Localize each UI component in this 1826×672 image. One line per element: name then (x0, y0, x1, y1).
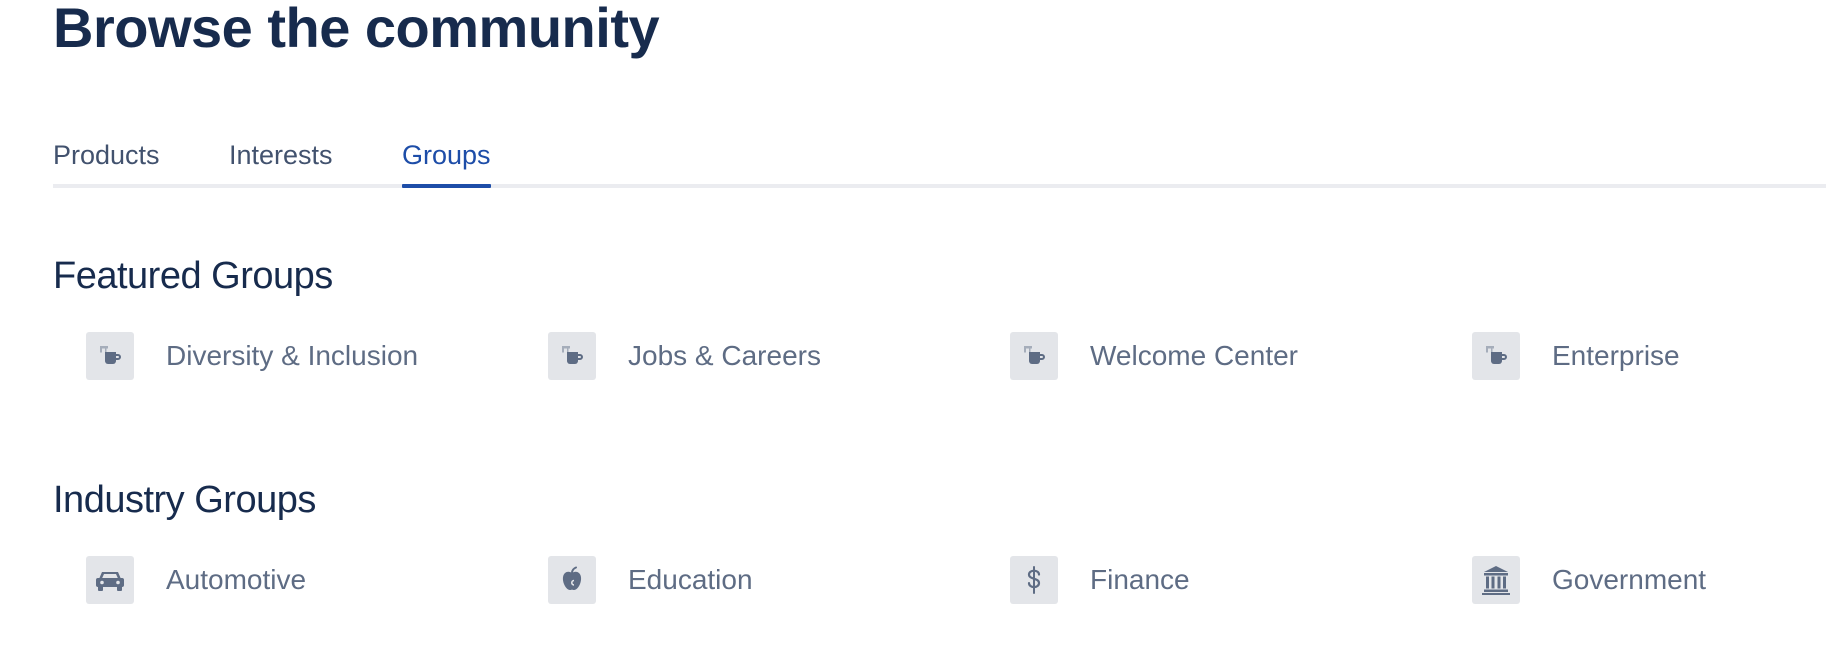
tab-products[interactable]: Products (53, 138, 160, 172)
group-label: Finance (1090, 564, 1190, 595)
car-icon (86, 556, 134, 604)
tab-groups[interactable]: Groups (402, 138, 491, 188)
dollar-icon (1010, 556, 1058, 604)
government-building-icon (1472, 556, 1520, 604)
group-label: Enterprise (1552, 340, 1680, 371)
group-label: Jobs & Careers (628, 340, 821, 371)
coffee-mug-icon (86, 332, 134, 380)
group-item-government[interactable]: Government (1472, 556, 1706, 604)
group-item-jobs-careers[interactable]: Jobs & Careers (548, 332, 821, 380)
industry-groups-heading: Industry Groups (53, 479, 316, 521)
active-tab-indicator (402, 184, 491, 188)
group-label: Diversity & Inclusion (166, 340, 419, 371)
group-label: Automotive (166, 564, 307, 595)
tab-label: Interests (229, 140, 333, 170)
tab-interests[interactable]: Interests (229, 138, 333, 172)
group-item-education[interactable]: Education (548, 556, 753, 604)
group-item-diversity-inclusion[interactable]: Diversity & Inclusion (86, 332, 418, 380)
featured-groups-heading: Featured Groups (53, 255, 333, 297)
coffee-mug-icon (548, 332, 596, 380)
page-title: Browse the community (53, 0, 660, 59)
group-item-automotive[interactable]: Automotive (86, 556, 306, 604)
apple-icon (548, 556, 596, 604)
group-item-enterprise[interactable]: Enterprise (1472, 332, 1680, 380)
group-item-welcome-center[interactable]: Welcome Center (1010, 332, 1298, 380)
tab-divider (53, 184, 1826, 188)
tab-bar: Products Interests Groups (53, 118, 1826, 188)
group-label: Government (1552, 564, 1707, 595)
coffee-mug-icon (1010, 332, 1058, 380)
group-label: Welcome Center (1090, 340, 1299, 371)
tab-label: Products (53, 140, 160, 170)
coffee-mug-icon (1472, 332, 1520, 380)
group-item-finance[interactable]: Finance (1010, 556, 1190, 604)
tab-label: Groups (402, 140, 491, 170)
group-label: Education (628, 564, 753, 595)
